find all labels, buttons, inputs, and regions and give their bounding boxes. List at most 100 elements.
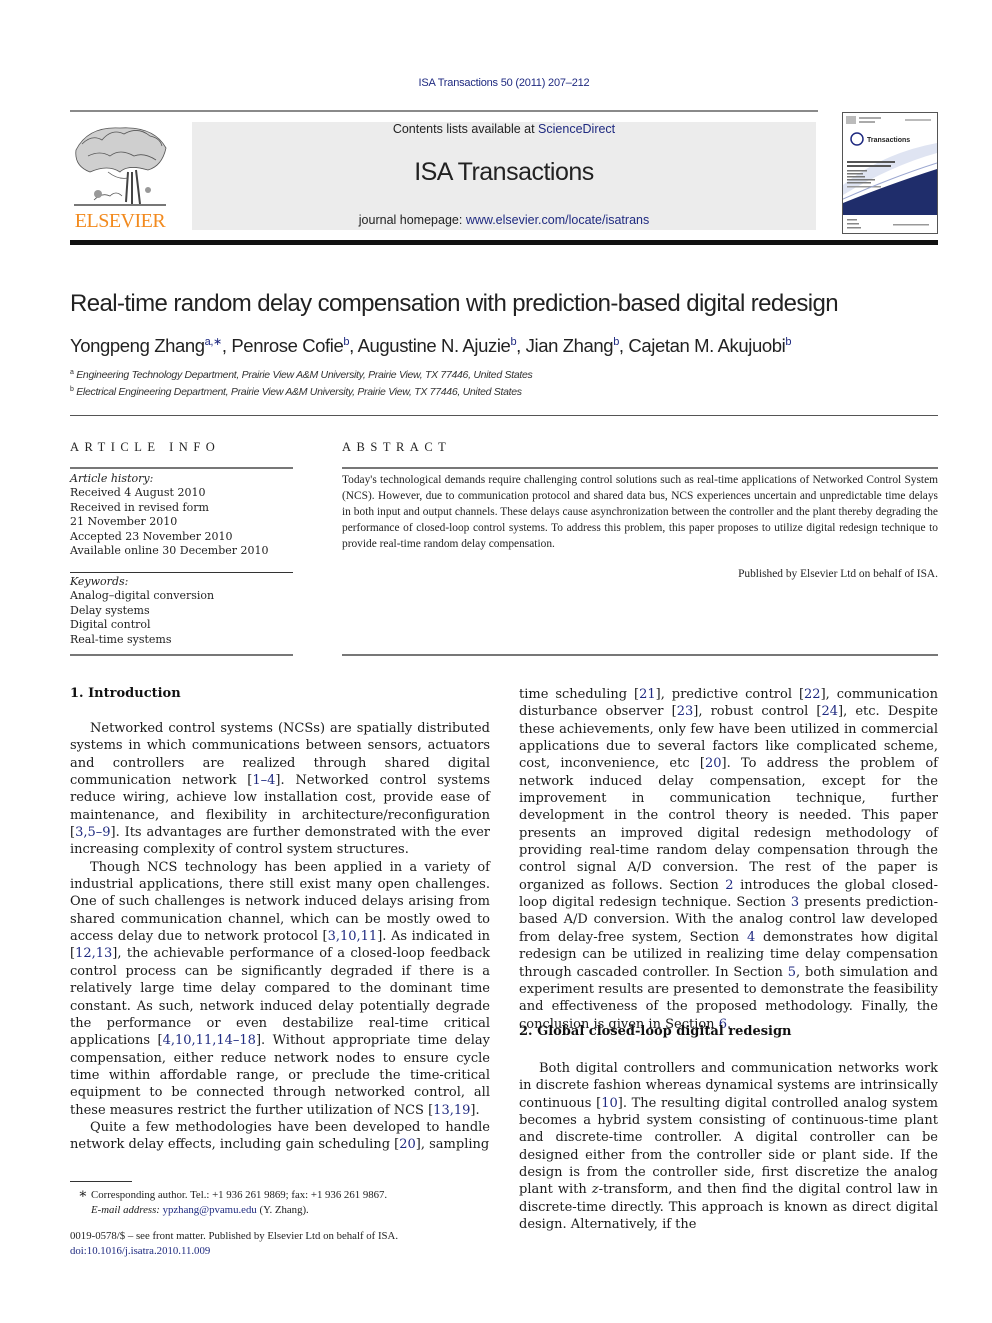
citation-link[interactable]: 1–4 bbox=[252, 773, 275, 788]
history-item: Received in revised form bbox=[70, 500, 209, 514]
author-name[interactable]: Jian Zhang bbox=[526, 335, 614, 356]
section-heading-introduction: 1. Introduction bbox=[70, 686, 181, 701]
citation-link[interactable]: 20 bbox=[399, 1137, 416, 1152]
author-name[interactable]: Yongpeng Zhang bbox=[70, 335, 205, 356]
history-item: Received 4 August 2010 bbox=[70, 486, 206, 500]
affiliation-mark: a bbox=[70, 369, 74, 376]
author-name[interactable]: Penrose Cofie bbox=[231, 335, 343, 356]
abstract-text: Today's technological demands require ch… bbox=[342, 474, 938, 550]
keywords-label: Keywords: bbox=[70, 575, 129, 588]
author-affil-mark[interactable]: b bbox=[613, 336, 619, 348]
email-link[interactable]: ypzhang@pvamu.edu bbox=[163, 1204, 257, 1216]
keyword-item: Analog–digital conversion bbox=[70, 589, 215, 603]
cover-title: Transactions bbox=[867, 137, 910, 144]
author-affil-mark[interactable]: b bbox=[510, 336, 516, 348]
footnote: Corresponding author. Tel.: +1 936 261 9… bbox=[91, 1188, 387, 1218]
homepage-line: journal homepage: www.elsevier.com/locat… bbox=[192, 213, 816, 227]
journal-reference[interactable]: ISA Transactions 50 (2011) 207–212 bbox=[0, 77, 992, 89]
citation-link[interactable]: 20 bbox=[705, 756, 722, 771]
keyword-item: Delay systems bbox=[70, 603, 150, 617]
divider bbox=[70, 415, 938, 416]
divider bbox=[342, 467, 938, 469]
citation-link[interactable]: 3,5–9 bbox=[75, 825, 110, 840]
citation-link[interactable]: 3,10,11 bbox=[328, 929, 378, 944]
keyword-item: Digital control bbox=[70, 618, 151, 632]
issn-line: 0019-0578/$ – see front matter. Publishe… bbox=[70, 1230, 399, 1242]
journal-cover-thumbnail[interactable]: Transactions bbox=[842, 112, 938, 234]
body-column-right-section2: Both digital controllers and communicati… bbox=[519, 1060, 938, 1233]
divider bbox=[70, 654, 293, 656]
history-item: Available online 30 December 2010 bbox=[70, 544, 269, 558]
article-info-heading: ARTICLE INFO bbox=[70, 440, 221, 454]
text-run: ], predictive control [ bbox=[655, 687, 805, 702]
citation-link[interactable]: 23 bbox=[677, 704, 694, 719]
citation-link[interactable]: 5 bbox=[788, 965, 796, 980]
article-history: Article history: Received 4 August 2010 … bbox=[70, 472, 295, 558]
author-name[interactable]: Augustine N. Ajuzie bbox=[358, 335, 511, 356]
issn-block: 0019-0578/$ – see front matter. Publishe… bbox=[70, 1229, 398, 1259]
text-run: z bbox=[591, 1182, 599, 1198]
citation-link[interactable]: 4 bbox=[747, 930, 755, 945]
footnote-rule bbox=[70, 1181, 132, 1182]
homepage-link[interactable]: www.elsevier.com/locate/isatrans bbox=[466, 213, 649, 227]
citation-link[interactable]: 10 bbox=[601, 1096, 618, 1111]
paragraph: Though NCS technology has been applied i… bbox=[70, 859, 490, 1119]
journal-reference-link[interactable]: ISA Transactions 50 (2011) 207–212 bbox=[419, 77, 590, 89]
abstract-published-by: Published by Elsevier Ltd on behalf of I… bbox=[738, 568, 938, 580]
affiliation-a: a Engineering Technology Department, Pra… bbox=[70, 369, 533, 381]
paragraph: Quite a few methodologies have been deve… bbox=[70, 1119, 490, 1154]
abstract-heading: ABSTRACT bbox=[342, 440, 452, 454]
citation-link[interactable]: 21 bbox=[639, 687, 656, 702]
text-run: ], robust control [ bbox=[693, 704, 822, 720]
author-affil-mark[interactable]: b bbox=[785, 336, 791, 348]
paragraph-continued: time scheduling [21], predictive control… bbox=[519, 686, 938, 1033]
text-run: ]. Its advantages are further demonstrat… bbox=[70, 825, 490, 858]
citation-link[interactable]: 3 bbox=[791, 895, 799, 910]
text-run: ]. To address the problem of network ind… bbox=[519, 756, 938, 893]
header-rule bbox=[70, 110, 818, 112]
doi-link[interactable]: doi:10.1016/j.isatra.2010.11.009 bbox=[70, 1244, 398, 1259]
author-affil-mark[interactable]: b bbox=[343, 336, 349, 348]
journal-title: ISA Transactions bbox=[414, 158, 594, 186]
citation-link[interactable]: 2 bbox=[725, 878, 733, 893]
citation-link[interactable]: 24 bbox=[821, 704, 838, 719]
author-name[interactable]: Cajetan M. Akujuobi bbox=[628, 335, 785, 356]
body-column-left: Networked control systems (NCSs) are spa… bbox=[70, 720, 490, 1154]
homepage-prefix: journal homepage: bbox=[358, 213, 466, 227]
history-item: 21 November 2010 bbox=[70, 515, 178, 529]
divider bbox=[70, 467, 293, 469]
citation-link[interactable]: 12,13 bbox=[75, 946, 112, 961]
author-affil-mark[interactable]: a,∗ bbox=[205, 336, 223, 348]
contents-line: Contents lists available at ScienceDirec… bbox=[192, 122, 816, 136]
keyword-item: Real-time systems bbox=[70, 632, 172, 646]
keywords: Keywords: Analog–digital conversion Dela… bbox=[70, 575, 295, 647]
email-label: E-mail address: bbox=[91, 1204, 160, 1216]
sciencedirect-link[interactable]: ScienceDirect bbox=[538, 122, 615, 136]
contents-prefix: Contents lists available at bbox=[392, 122, 539, 136]
body-column-right: time scheduling [21], predictive control… bbox=[519, 686, 938, 1033]
affiliation-text: Engineering Technology Department, Prair… bbox=[76, 369, 533, 381]
affiliation-mark: b bbox=[70, 386, 74, 393]
author-list: Yongpeng Zhanga,∗, Penrose Cofieb, Augus… bbox=[70, 335, 792, 356]
footnote-star: ∗ bbox=[78, 1186, 88, 1202]
history-item: Accepted 23 November 2010 bbox=[70, 529, 233, 543]
text-run: ], sampling bbox=[415, 1137, 490, 1153]
text-run: ]. bbox=[470, 1102, 480, 1118]
section-heading-global-redesign: 2. Global closed-loop digital redesign bbox=[519, 1024, 792, 1039]
article-title: Real-time random delay compensation with… bbox=[70, 290, 839, 317]
email-suffix: (Y. Zhang). bbox=[256, 1204, 309, 1216]
citation-link[interactable]: 4,10,11,14–18 bbox=[163, 1033, 256, 1048]
history-label: Article history: bbox=[70, 472, 154, 485]
corresponding-author-note: Corresponding author. Tel.: +1 936 261 9… bbox=[91, 1189, 388, 1201]
elsevier-wordmark: ELSEVIER bbox=[74, 210, 166, 232]
citation-link[interactable]: 22 bbox=[804, 687, 821, 702]
paragraph: Networked control systems (NCSs) are spa… bbox=[70, 720, 490, 859]
affiliation-b: b Electrical Engineering Department, Pra… bbox=[70, 386, 522, 398]
divider bbox=[342, 654, 938, 656]
paragraph: Both digital controllers and communicati… bbox=[519, 1060, 938, 1233]
citation-link[interactable]: 13,19 bbox=[433, 1103, 470, 1118]
affiliation-text: Electrical Engineering Department, Prair… bbox=[76, 386, 522, 398]
header-thick-rule bbox=[70, 240, 938, 245]
text-run: time scheduling [ bbox=[519, 687, 640, 702]
divider bbox=[70, 572, 293, 573]
